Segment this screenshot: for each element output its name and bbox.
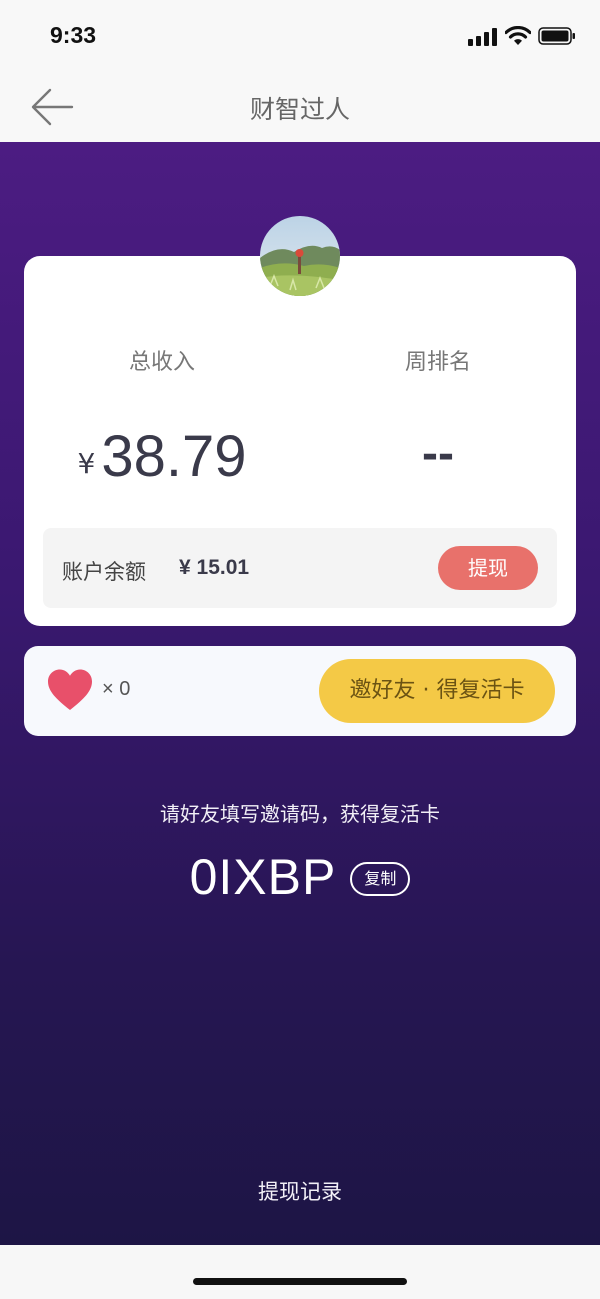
balance-row: 账户余额 ¥ 15.01 提现 bbox=[43, 528, 557, 608]
total-income-label: 总收入 bbox=[128, 350, 195, 375]
weekly-rank-section: 周排名 -- bbox=[300, 344, 576, 486]
balance-label: 账户余额 bbox=[62, 560, 146, 584]
page-title: 财智过人 bbox=[249, 95, 350, 124]
battery-icon bbox=[538, 27, 575, 45]
copy-button[interactable]: 复制 bbox=[350, 862, 411, 896]
signal-icon bbox=[468, 28, 497, 46]
withdraw-record-link[interactable]: 提现记录 bbox=[0, 1176, 600, 1206]
invite-hint: 请好友填写邀请码，获得复活卡 bbox=[160, 802, 440, 826]
home-indicator[interactable] bbox=[193, 1278, 407, 1285]
lives-count: × 0 bbox=[102, 678, 131, 700]
weekly-rank-value: -- bbox=[422, 427, 454, 480]
lives-card: × 0 邀好友 · 得复活卡 bbox=[24, 646, 576, 736]
total-income-section: 总收入 ¥ 38.79 bbox=[24, 344, 300, 486]
invite-friends-button[interactable]: 邀好友 · 得复活卡 bbox=[319, 659, 555, 723]
avatar-image bbox=[260, 216, 340, 296]
balance-value: ¥ 15.01 bbox=[179, 556, 250, 579]
avatar[interactable] bbox=[260, 216, 340, 296]
invite-code-row: 0IXBP 复制 bbox=[0, 848, 600, 906]
status-time: 9:33 bbox=[50, 22, 97, 48]
weekly-rank-label: 周排名 bbox=[404, 350, 471, 375]
wifi-icon bbox=[505, 26, 531, 45]
invite-code: 0IXBP bbox=[189, 849, 337, 905]
status-bar: 9:33 bbox=[0, 0, 600, 72]
total-income-value: 38.79 bbox=[101, 424, 247, 489]
withdraw-button[interactable]: 提现 bbox=[438, 546, 538, 590]
bottom-bar bbox=[0, 1245, 600, 1299]
heart-icon bbox=[48, 669, 92, 710]
currency-symbol: ¥ bbox=[77, 447, 96, 480]
nav-bar: 财智过人 bbox=[0, 72, 600, 142]
screen: 9:33 财智过人 总收入 ¥ 38.79 周排名 -- 账户余额 ¥ 15.0… bbox=[0, 0, 600, 1299]
stats-card: 总收入 ¥ 38.79 周排名 -- 账户余额 ¥ 15.01 提现 bbox=[24, 256, 576, 626]
